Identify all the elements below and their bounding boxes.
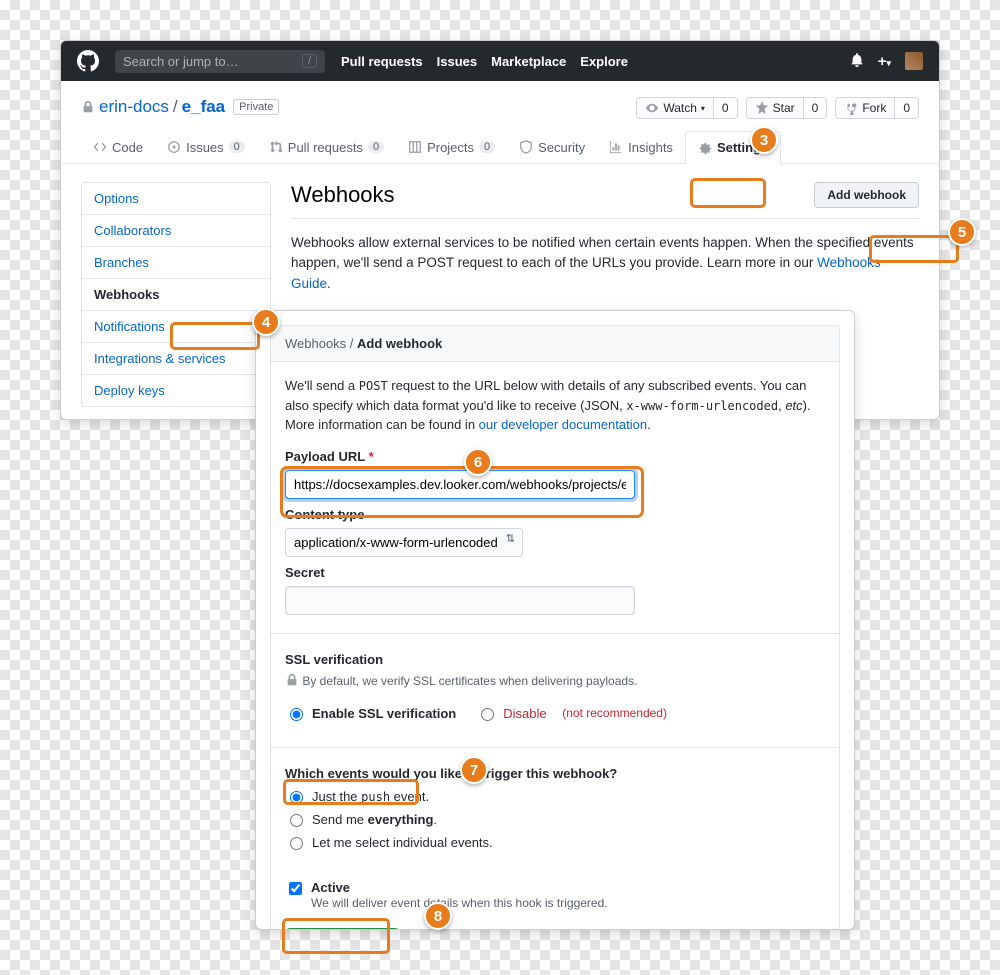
ssl-heading: SSL verification [285, 652, 825, 667]
content-type-select[interactable]: application/x-www-form-urlencoded [285, 528, 523, 557]
star-icon [755, 101, 769, 115]
developer-docs-link[interactable]: our developer documentation [479, 417, 647, 432]
star-button[interactable]: Star 0 [746, 97, 828, 119]
issues-icon [167, 140, 181, 154]
content-type-label: Content type [285, 507, 825, 522]
sidebar-item-options[interactable]: Options [82, 183, 270, 215]
global-nav: Pull requests Issues Marketplace Explore [341, 54, 628, 69]
lock-icon [285, 673, 299, 687]
tab-issues[interactable]: Issues0 [155, 131, 257, 163]
tab-projects[interactable]: Projects0 [396, 131, 507, 163]
add-webhook-button[interactable]: Add webhook [814, 182, 919, 208]
watch-button[interactable]: Watch ▾ 0 [636, 97, 737, 119]
nav-explore[interactable]: Explore [580, 54, 628, 69]
panel-breadcrumb: Webhooks / Add webhook [271, 326, 839, 362]
sidebar-item-integrations[interactable]: Integrations & services [82, 343, 270, 375]
secret-input[interactable] [285, 586, 635, 615]
graph-icon [609, 140, 623, 154]
tab-code[interactable]: Code [81, 131, 155, 163]
callout-badge-8: 8 [424, 902, 452, 930]
github-logo-icon[interactable] [77, 50, 99, 72]
repo-owner-link[interactable]: erin-docs [99, 97, 169, 117]
callout-badge-6: 6 [464, 448, 492, 476]
page-title: Webhooks [291, 182, 395, 208]
event-everything-radio[interactable]: Send me everything. [285, 812, 825, 827]
sidebar-item-deploy-keys[interactable]: Deploy keys [82, 375, 270, 406]
ssl-note: By default, we verify SSL certificates w… [285, 673, 825, 688]
fork-count: 0 [895, 98, 918, 118]
global-search-input[interactable]: Search or jump to… / [115, 50, 325, 73]
eye-icon [645, 101, 659, 115]
callout-badge-4: 4 [252, 308, 280, 336]
nav-marketplace[interactable]: Marketplace [491, 54, 566, 69]
form-intro: We'll send a POST request to the URL bel… [285, 376, 825, 435]
create-new-dropdown[interactable]: +▾ [878, 53, 891, 70]
submit-add-webhook-button[interactable]: Add webhook [285, 928, 400, 931]
sidebar-item-notifications[interactable]: Notifications [82, 311, 270, 343]
events-heading: Which events would you like to trigger t… [285, 766, 825, 781]
payload-url-label: Payload URL * [285, 449, 825, 464]
projects-icon [408, 140, 422, 154]
payload-url-input[interactable] [285, 470, 635, 499]
sidebar-item-branches[interactable]: Branches [82, 247, 270, 279]
slash-key-icon: / [302, 54, 317, 68]
user-avatar[interactable] [905, 52, 923, 70]
add-webhook-panel: Webhooks / Add webhook We'll send a POST… [255, 310, 855, 930]
code-icon [93, 140, 107, 154]
nav-issues[interactable]: Issues [437, 54, 477, 69]
repo-visibility-badge: Private [233, 99, 279, 115]
gear-icon [698, 141, 712, 155]
shield-icon [519, 140, 533, 154]
nav-pull-requests[interactable]: Pull requests [341, 54, 423, 69]
tab-insights[interactable]: Insights [597, 131, 685, 163]
repo-nav-tabs: Code Issues0 Pull requests0 Projects0 Se… [61, 131, 939, 164]
pull-request-icon [269, 140, 283, 154]
ssl-disable-radio[interactable]: Disable (not recommended) [476, 706, 667, 721]
callout-badge-5: 5 [948, 218, 976, 246]
fork-button[interactable]: Fork 0 [835, 97, 919, 119]
github-global-header: Search or jump to… / Pull requests Issue… [61, 41, 939, 81]
star-count: 0 [804, 98, 827, 118]
sidebar-item-webhooks[interactable]: Webhooks [82, 279, 270, 311]
repo-header: erin-docs / e_faa Private Watch ▾ 0 Star… [61, 81, 939, 119]
event-individual-radio[interactable]: Let me select individual events. [285, 835, 825, 850]
callout-badge-7: 7 [460, 756, 488, 784]
callout-badge-3: 3 [750, 126, 778, 154]
lock-icon [81, 100, 95, 114]
tab-security[interactable]: Security [507, 131, 597, 163]
tab-pulls[interactable]: Pull requests0 [257, 131, 396, 163]
sidebar-item-collaborators[interactable]: Collaborators [82, 215, 270, 247]
fork-icon [844, 101, 858, 115]
notifications-bell-icon[interactable] [850, 53, 864, 70]
search-placeholder: Search or jump to… [123, 54, 239, 69]
watch-count: 0 [714, 98, 737, 118]
settings-sidebar: Options Collaborators Branches Webhooks … [81, 182, 271, 407]
event-push-radio[interactable]: Just the push event. [285, 789, 825, 804]
repo-name-link[interactable]: e_faa [182, 97, 225, 117]
active-checkbox[interactable]: Active We will deliver event details whe… [285, 880, 825, 910]
webhooks-description: Webhooks allow external services to be n… [291, 233, 919, 294]
secret-label: Secret [285, 565, 825, 580]
ssl-enable-radio[interactable]: Enable SSL verification [285, 706, 456, 721]
